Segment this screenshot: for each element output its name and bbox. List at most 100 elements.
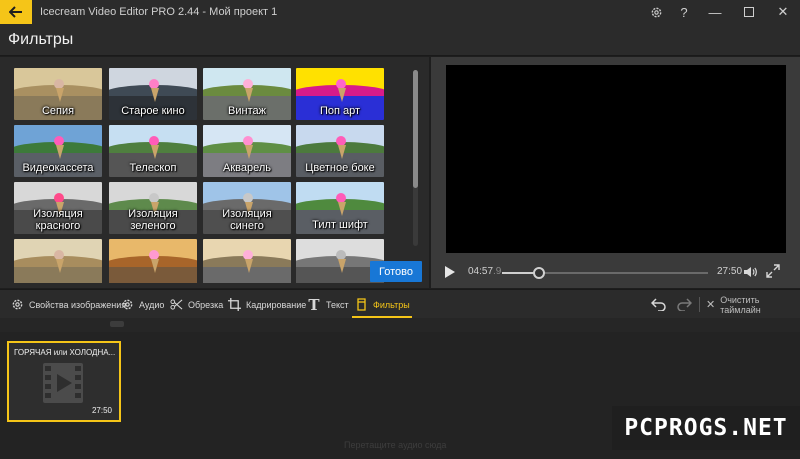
ice-cream-icon [243, 79, 253, 105]
filter-thumbnail[interactable] [203, 239, 291, 283]
total-time: 27:50 [717, 266, 743, 277]
timeline-clip[interactable]: ГОРЯЧАЯ или ХОЛОДНА... 27:50 [7, 341, 121, 422]
ice-cream-icon [149, 136, 159, 162]
maximize-button[interactable] [732, 0, 766, 24]
arrow-left-icon [9, 6, 22, 18]
tool-trim[interactable]: Обрезка [169, 290, 223, 319]
filter-label: Старое кино [121, 105, 185, 117]
ice-cream-icon [149, 79, 159, 105]
preview-panel: 04:57.9 27:50 [431, 57, 800, 288]
ice-cream-icon [243, 136, 253, 162]
filter-label: Поп арт [319, 105, 361, 117]
tool-label: Аудио [139, 299, 165, 310]
clear-timeline-button[interactable]: ✕ Очистить таймлайн [706, 290, 800, 319]
filter-thumbnail[interactable]: Акварель [203, 125, 291, 177]
filter-label: Тилт шифт [312, 219, 368, 231]
filter-thumbnail[interactable] [109, 239, 197, 283]
close-icon: ✕ [706, 299, 716, 311]
ice-cream-icon [336, 250, 346, 276]
watermark-text: PCPROGS.NET [624, 415, 788, 441]
ice-cream-icon [336, 79, 346, 105]
filter-thumbnail[interactable]: Старое кино [109, 68, 197, 120]
ice-cream-icon [54, 136, 64, 162]
volume-icon[interactable] [743, 265, 757, 279]
edit-toolbar: Свойства изображения Аудио Обрезка Кадри… [0, 289, 800, 318]
player-controls: 04:57.9 27:50 [431, 259, 800, 287]
text-icon: T [308, 295, 320, 314]
audio-drop-hint: Перетащите аудио сюда [344, 440, 447, 450]
video-preview[interactable] [446, 65, 786, 253]
film-icon [43, 363, 83, 403]
filter-thumbnail[interactable]: Поп арт [296, 68, 384, 120]
filter-thumbnail[interactable]: Винтаж [203, 68, 291, 120]
filter-thumbnail[interactable]: Сепия [14, 68, 102, 120]
current-time: 04:57.9 [468, 266, 502, 277]
redo-icon[interactable] [676, 297, 692, 311]
back-button[interactable] [0, 0, 32, 24]
gear-icon [651, 7, 661, 17]
maximize-icon [744, 7, 754, 17]
filter-thumbnail[interactable]: Изоляция зеленого [109, 182, 197, 234]
minimize-icon: — [708, 4, 722, 20]
gear-icon [12, 299, 22, 310]
clear-timeline-label: Очистить таймлайн [720, 294, 761, 315]
scissors-icon [169, 299, 182, 310]
undo-icon[interactable] [651, 297, 667, 311]
tool-label: Обрезка [188, 299, 224, 310]
seek-slider[interactable] [502, 267, 708, 279]
filter-label: Видеокассета [22, 162, 94, 174]
filter-label: Цветное боке [305, 162, 375, 174]
play-icon[interactable] [445, 266, 455, 278]
filter-grid: Сепия Старое кино Винтаж Поп арт Видеокассет… [14, 68, 390, 283]
filter-thumbnail[interactable] [14, 239, 102, 283]
clip-title: ГОРЯЧАЯ или ХОЛОДНА... [14, 348, 116, 357]
filters-panel: Сепия Старое кино Винтаж Поп арт Видеокассет… [0, 57, 429, 288]
clip-duration: 27:50 [91, 406, 112, 415]
tool-image-properties[interactable]: Свойства изображения [10, 290, 126, 319]
tool-crop[interactable]: Кадрирование [227, 290, 306, 319]
filter-thumbnail[interactable]: Тилт шифт [296, 182, 384, 234]
gear-icon [122, 299, 132, 310]
tool-label: Свойства изображения [29, 299, 127, 310]
help-button[interactable]: ? [670, 0, 698, 24]
filter-label: Изоляция зеленого [128, 208, 178, 232]
filter-label: Сепия [41, 105, 75, 117]
tool-filters[interactable]: Фильтры [352, 290, 412, 319]
filter-label: Винтаж [228, 105, 266, 117]
timeline-ruler[interactable] [0, 318, 800, 332]
filter-thumbnail[interactable]: Изоляция красного [14, 182, 102, 234]
close-button[interactable]: ✕ [766, 0, 800, 24]
ice-cream-icon [54, 250, 64, 276]
minimize-button[interactable]: — [698, 0, 732, 24]
tool-label: Фильтры [373, 299, 410, 310]
title-bar: Icecream Video Editor PRO 2.44 - Мой про… [0, 0, 800, 24]
tool-text[interactable]: T Текст [307, 290, 348, 319]
toolbar-divider [699, 297, 700, 312]
filter-icon [356, 298, 366, 311]
watermark: PCPROGS.NET [612, 406, 800, 450]
ruler-marker [110, 321, 124, 327]
tool-label: Кадрирование [246, 299, 307, 310]
filter-label: Акварель [222, 162, 271, 174]
filter-thumbnail[interactable]: Видеокассета [14, 125, 102, 177]
ice-cream-icon [243, 250, 253, 276]
seek-handle[interactable] [532, 267, 545, 279]
scrollbar-thumb[interactable] [413, 70, 418, 188]
filter-thumbnail[interactable]: Цветное боке [296, 125, 384, 177]
filters-scrollbar[interactable] [413, 70, 418, 246]
filter-thumbnail[interactable]: Телескоп [109, 125, 197, 177]
page-header: Фильтры [0, 24, 800, 56]
fullscreen-icon[interactable] [766, 264, 780, 278]
play-icon [57, 374, 72, 392]
window-title: Icecream Video Editor PRO 2.44 - Мой про… [40, 6, 278, 18]
filter-label: Изоляция синего [222, 208, 272, 232]
question-icon: ? [680, 4, 688, 20]
done-button[interactable]: Готово [370, 261, 422, 282]
crop-icon [227, 298, 241, 311]
settings-button[interactable] [642, 0, 670, 24]
ice-cream-icon [336, 136, 346, 162]
filter-thumbnail[interactable]: Изоляция синего [203, 182, 291, 234]
tool-audio[interactable]: Аудио [120, 290, 164, 319]
page-title: Фильтры [8, 31, 74, 48]
ice-cream-icon [149, 250, 159, 276]
